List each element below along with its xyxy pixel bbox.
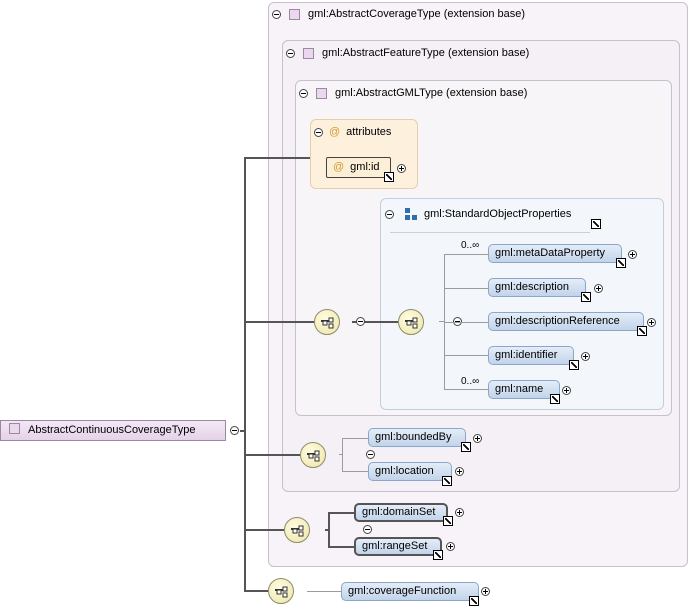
expand-icon[interactable] <box>446 542 455 551</box>
expand-icon[interactable] <box>481 587 490 596</box>
expand-icon[interactable] <box>455 467 464 476</box>
reference-icon[interactable] <box>569 360 579 370</box>
complex-type-icon <box>303 47 314 59</box>
expand-icon[interactable] <box>397 164 406 173</box>
expand-icon[interactable] <box>473 434 482 443</box>
root-label: AbstractContinuousCoverageType <box>28 424 196 436</box>
feature-line <box>342 438 368 439</box>
element-location[interactable]: gml:location <box>368 462 452 481</box>
attributes-header[interactable]: @ attributes <box>314 126 391 138</box>
element-identifier[interactable]: gml:identifier <box>488 346 574 365</box>
collapse-icon[interactable] <box>230 426 239 435</box>
sop-line <box>444 322 488 323</box>
branch-seq4 <box>244 529 284 531</box>
sequence-compositor-icon[interactable] <box>268 578 294 604</box>
complex-type-icon <box>289 8 300 20</box>
collapse-icon[interactable] <box>272 9 281 19</box>
branch-seq3 <box>244 454 300 456</box>
expand-icon[interactable] <box>647 318 656 327</box>
collapse-icon[interactable] <box>286 48 295 58</box>
reference-icon[interactable] <box>637 326 647 336</box>
complex-type-icon <box>9 423 20 434</box>
element-description[interactable]: gml:description <box>488 278 586 297</box>
expand-icon[interactable] <box>581 352 590 361</box>
root-element[interactable]: AbstractContinuousCoverageType <box>0 420 226 441</box>
branch-seq1 <box>244 321 314 323</box>
sequence-compositor-icon[interactable] <box>314 309 340 335</box>
continuous-line <box>307 591 341 592</box>
group-icon <box>405 208 417 220</box>
group-separator <box>390 232 590 233</box>
reference-icon[interactable] <box>384 172 394 182</box>
collapse-icon[interactable] <box>299 88 308 98</box>
extension-header-gml[interactable]: gml:AbstractGMLType (extension base) <box>299 87 527 99</box>
sop-line <box>444 389 488 390</box>
coverage-line <box>328 546 354 548</box>
sequence-compositor-icon[interactable] <box>284 517 310 543</box>
extension-header-coverage[interactable]: gml:AbstractCoverageType (extension base… <box>272 8 525 20</box>
feature-stub <box>339 454 343 455</box>
reference-icon[interactable] <box>550 394 560 404</box>
extension-label: gml:AbstractCoverageType (extension base… <box>308 8 526 20</box>
attribute-label: gml:id <box>350 161 380 173</box>
extension-header-feature[interactable]: gml:AbstractFeatureType (extension base) <box>286 47 529 59</box>
collapse-icon[interactable] <box>385 209 394 219</box>
at-icon: @ <box>329 126 341 138</box>
sop-line <box>444 355 488 356</box>
expand-icon[interactable] <box>455 508 464 517</box>
coverage-stub <box>325 529 329 531</box>
element-domainset[interactable]: gml:domainSet <box>354 503 448 522</box>
occurrence-label: 0..∞ <box>461 376 480 387</box>
sop-line <box>444 254 488 255</box>
extension-label: gml:AbstractFeatureType (extension base) <box>322 47 530 59</box>
element-boundedby[interactable]: gml:boundedBy <box>368 428 466 447</box>
feature-line <box>342 471 368 472</box>
collapse-icon[interactable] <box>356 317 366 326</box>
reference-icon[interactable] <box>461 442 471 452</box>
element-rangeset[interactable]: gml:rangeSet <box>354 537 442 556</box>
collapse-icon[interactable] <box>314 127 323 137</box>
complex-type-icon <box>316 87 327 99</box>
sequence-compositor-icon[interactable] <box>300 442 326 468</box>
expand-icon[interactable] <box>594 284 603 293</box>
main-trunk <box>244 158 246 592</box>
group-header[interactable]: gml:StandardObjectProperties <box>385 207 571 221</box>
reference-icon[interactable] <box>442 476 452 486</box>
sequence-compositor-icon[interactable] <box>398 309 424 335</box>
group-box-standard-object-properties <box>380 198 664 410</box>
extension-label: gml:AbstractGMLType (extension base) <box>335 87 528 99</box>
reference-icon[interactable] <box>443 516 453 526</box>
branch-seq5 <box>244 590 268 592</box>
sop-line <box>444 288 488 289</box>
reference-icon[interactable] <box>469 596 479 606</box>
branch-attributes <box>244 157 310 159</box>
attribute-gml-id[interactable]: @ gml:id <box>326 157 391 178</box>
reference-icon[interactable] <box>616 258 626 268</box>
reference-icon[interactable] <box>591 219 601 229</box>
coverage-line <box>328 512 354 514</box>
reference-icon[interactable] <box>433 550 443 560</box>
expand-icon[interactable] <box>628 250 637 259</box>
reference-icon[interactable] <box>581 292 591 302</box>
element-descriptionreference[interactable]: gml:descriptionReference <box>488 312 644 331</box>
expand-icon[interactable] <box>562 386 571 395</box>
at-icon: @ <box>333 161 345 173</box>
element-metadataproperty[interactable]: gml:metaDataProperty <box>488 244 622 263</box>
element-coveragefunction[interactable]: gml:coverageFunction <box>341 582 479 601</box>
group-label: gml:StandardObjectProperties <box>424 208 572 220</box>
attributes-title: attributes <box>346 126 392 138</box>
occurrence-label: 0..∞ <box>461 240 480 251</box>
